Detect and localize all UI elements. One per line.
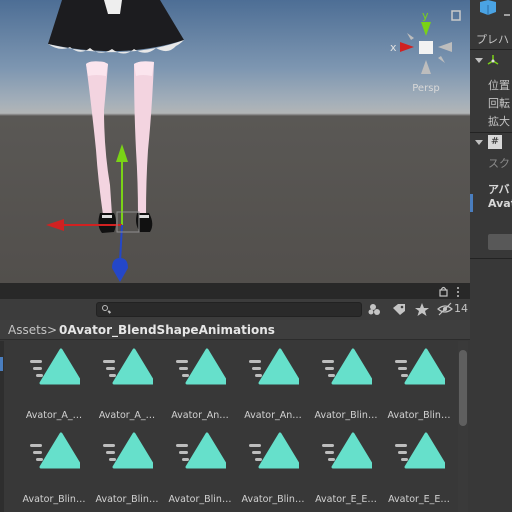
inspector-button[interactable]	[488, 234, 512, 250]
breadcrumb-assets[interactable]: Assets	[8, 323, 47, 337]
gizmo-y-label: y	[422, 9, 429, 22]
asset-name: Avator_Blin…	[387, 410, 451, 421]
script-hash-icon: #	[488, 135, 502, 149]
project-toolbar: 14	[0, 299, 470, 320]
animation-clip-icon	[30, 432, 80, 469]
scene-view[interactable]: y x Persp	[0, 0, 470, 283]
asset-name: Avator_Blin…	[22, 494, 86, 505]
project-panel: 14 Assets > 0Avator_BlendShapeAnimations…	[0, 283, 470, 512]
animation-clip-icon	[249, 348, 299, 385]
animation-clip-icon	[249, 432, 299, 469]
asset-name: Avator_E_E…	[388, 494, 450, 505]
asset-name: Avator_An…	[244, 410, 302, 421]
avatar-character[interactable]	[48, 0, 184, 233]
folder-tree-selection	[0, 357, 3, 371]
animation-clip-asset[interactable]: Avator_A_…	[18, 347, 90, 429]
animation-clip-asset[interactable]: Avator_An…	[164, 347, 236, 429]
animation-clip-asset[interactable]: Avator_Blin…	[91, 431, 163, 512]
breadcrumb-current-folder[interactable]: 0Avator_BlendShapeAnimations	[59, 323, 275, 337]
projection-label[interactable]: Persp	[406, 83, 446, 94]
animation-clip-asset[interactable]: Avator_Blin…	[18, 431, 90, 512]
avatar-section-label: アバ	[488, 183, 510, 196]
animation-clip-asset[interactable]: Avator_E_E…	[310, 431, 382, 512]
scrollbar-thumb[interactable]	[459, 350, 467, 426]
transform-foldout-icon[interactable]	[475, 58, 483, 63]
move-tool-gizmo[interactable]	[46, 144, 140, 282]
animation-clip-asset[interactable]: Avator_Blin…	[310, 347, 382, 429]
lock-and-menu-icons[interactable]	[436, 285, 466, 299]
animation-clip-icon	[176, 348, 226, 385]
animation-clip-asset[interactable]: Avator_Blin…	[237, 431, 309, 512]
animation-clip-icon	[103, 348, 153, 385]
close-icon[interactable]	[502, 10, 512, 20]
animation-clip-icon	[322, 432, 372, 469]
transform-icon	[487, 55, 499, 65]
asset-name: Avator_An…	[171, 410, 229, 421]
asset-name: Avator_Blin…	[168, 494, 232, 505]
animation-clip-asset[interactable]: Avator_E_E…	[383, 431, 455, 512]
animation-clip-icon	[103, 432, 153, 469]
animation-clip-icon	[30, 348, 80, 385]
orientation-gizmo[interactable]: y x	[390, 9, 452, 74]
asset-grid: Avator_A_… Avator_A_… Avator_An… Avator_An……	[4, 341, 454, 512]
asset-name: Avator_E_E…	[315, 494, 377, 505]
scale-label: 拡大	[488, 115, 510, 128]
avatar-field-label: Avat	[488, 197, 512, 210]
filter-by-type-icon[interactable]	[366, 302, 384, 317]
breadcrumb: Assets > 0Avator_BlendShapeAnimations	[0, 320, 470, 340]
project-tab-bar	[0, 283, 470, 299]
hidden-packages-icon[interactable]	[436, 302, 454, 317]
breadcrumb-separator: >	[47, 323, 58, 337]
search-icon	[102, 305, 108, 311]
animation-clip-asset[interactable]: Avator_A_…	[91, 347, 163, 429]
field-highlight	[470, 194, 473, 212]
favorite-star-icon[interactable]	[413, 302, 431, 317]
animation-clip-asset[interactable]: Avator_Blin…	[383, 347, 455, 429]
script-label: スク	[488, 157, 510, 170]
gizmo-x-label: x	[390, 41, 397, 54]
asset-name: Avator_Blin…	[95, 494, 159, 505]
animation-clip-icon	[395, 432, 445, 469]
animation-clip-asset[interactable]: Avator_An…	[237, 347, 309, 429]
hidden-packages-count: 14	[454, 302, 468, 315]
script-foldout-icon[interactable]	[475, 140, 483, 145]
position-label: 位置	[488, 79, 510, 92]
asset-name: Avator_A_…	[25, 410, 83, 421]
animation-clip-icon	[322, 348, 372, 385]
scene-canvas: y x	[46, 0, 461, 282]
scene-options-icon[interactable]	[451, 10, 461, 21]
animation-clip-icon	[176, 432, 226, 469]
filter-by-label-icon[interactable]	[390, 302, 408, 317]
rotation-label: 回転	[488, 97, 510, 110]
animation-clip-asset[interactable]: Avator_Blin…	[164, 431, 236, 512]
inspector-panel: プレハ 位置 回転 拡大 # スク アバ Avat	[470, 0, 512, 512]
animation-clip-icon	[395, 348, 445, 385]
asset-name: Avator_Blin…	[314, 410, 378, 421]
asset-name: Avator_Blin…	[241, 494, 305, 505]
asset-name: Avator_A_…	[98, 410, 156, 421]
search-field[interactable]	[96, 302, 362, 317]
prefab-label: プレハ	[476, 33, 509, 46]
